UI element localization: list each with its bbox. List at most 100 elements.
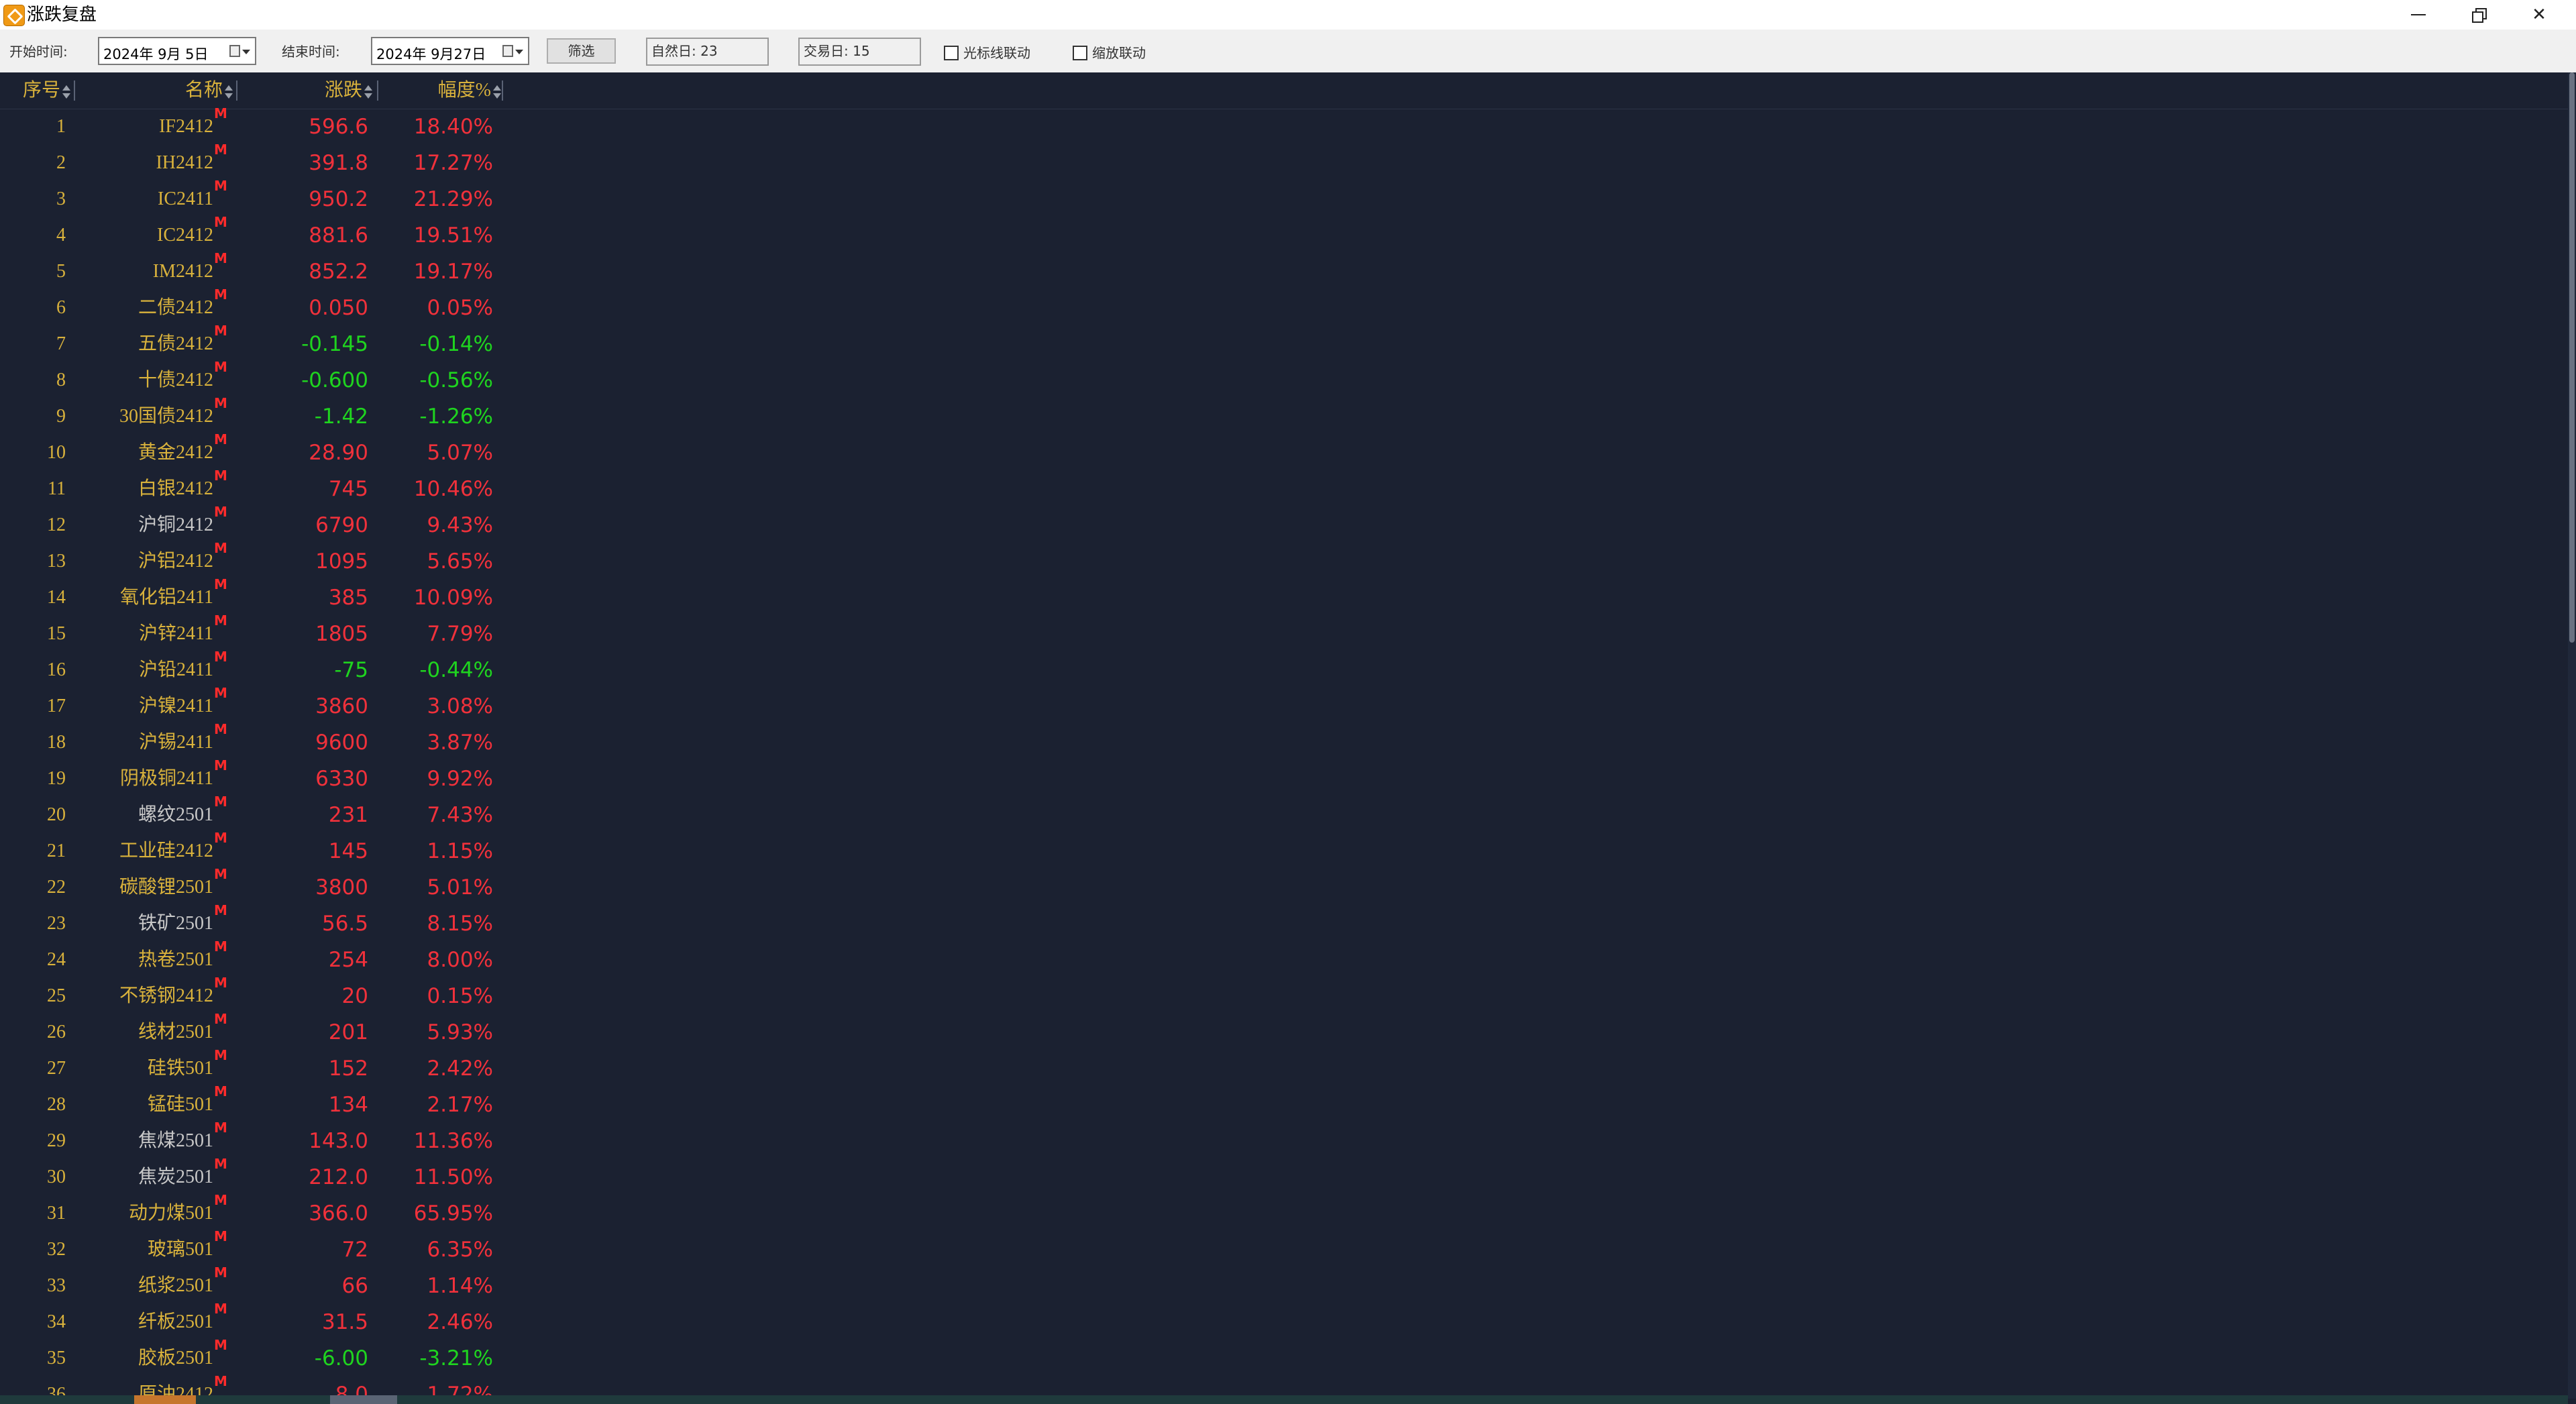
table-row[interactable]: 22 碳酸锂2501 M 3800 5.01%	[0, 866, 2568, 906]
change-value: 391.8	[309, 151, 368, 175]
table-row[interactable]: 26 线材2501 M 201 5.93%	[0, 1012, 2568, 1050]
row-index: 3	[56, 188, 66, 209]
table-row[interactable]: 20 螺纹2501 M 231 7.43%	[0, 795, 2568, 833]
table-row[interactable]: 4 IC2412 M 881.6 19.51%	[0, 214, 2568, 254]
table-row[interactable]: 31 动力煤501 M 366.0 65.95%	[0, 1192, 2568, 1232]
main-contract-badge: M	[214, 359, 227, 375]
main-contract-badge: M	[214, 1337, 227, 1353]
horizontal-scroll-marker[interactable]	[134, 1395, 196, 1404]
close-button[interactable]: ✕	[2509, 0, 2569, 30]
table-row[interactable]: 1 IF2412 M 596.6 18.40%	[0, 107, 2568, 145]
change-percent: 8.15%	[427, 912, 493, 936]
cursor-link-label[interactable]: 光标线联动	[963, 45, 1030, 61]
table-row[interactable]: 5 IM2412 M 852.2 19.17%	[0, 252, 2568, 290]
horizontal-scroll-thumb[interactable]	[330, 1395, 397, 1404]
change-percent: 5.01%	[427, 875, 493, 900]
table-row[interactable]: 24 热卷2501 M 254 8.00%	[0, 938, 2568, 978]
row-index: 10	[47, 442, 66, 463]
column-header-pct[interactable]: 幅度%	[378, 72, 502, 109]
table-row[interactable]: 7 五债2412 M -0.145 -0.14%	[0, 323, 2568, 362]
contract-name: 焦煤2501 M	[138, 1120, 227, 1151]
restore-button[interactable]	[2449, 0, 2509, 30]
chevron-down-icon[interactable]	[515, 50, 523, 54]
table-row[interactable]: 27 硅铁501 M 152 2.42%	[0, 1048, 2568, 1087]
table-row[interactable]: 6 二债2412 M 0.050 0.05%	[0, 288, 2568, 326]
row-index: 23	[47, 913, 66, 934]
contract-name-cell: IH2412 M	[74, 143, 227, 181]
contract-name: 不锈钢2412 M	[119, 975, 227, 1006]
zoom-link-label[interactable]: 缩放联动	[1092, 45, 1146, 61]
table-row[interactable]: 15 沪锌2411 M 1805 7.79%	[0, 614, 2568, 652]
table-row[interactable]: 3 IC2411 M 950.2 21.29%	[0, 179, 2568, 217]
table-row[interactable]: 23 铁矿2501 M 56.5 8.15%	[0, 904, 2568, 942]
filter-button[interactable]: 筛选	[547, 38, 616, 64]
change-percent: 10.09%	[413, 586, 493, 610]
table-row[interactable]: 33 纸浆2501 M 66 1.14%	[0, 1266, 2568, 1304]
contract-name-cell: 纸浆2501 M	[74, 1266, 227, 1304]
main-contract-badge: M	[214, 323, 227, 339]
table-row[interactable]: 32 玻璃501 M 72 6.35%	[0, 1230, 2568, 1268]
table-row[interactable]: 13 沪铝2412 M 1095 5.65%	[0, 541, 2568, 580]
table-row[interactable]: 28 锰硅501 M 134 2.17%	[0, 1085, 2568, 1123]
change-value: 66	[341, 1274, 368, 1298]
row-index: 34	[47, 1311, 66, 1332]
column-header-name[interactable]: 名称	[75, 72, 235, 109]
sort-icon[interactable]	[364, 83, 373, 101]
sort-icon[interactable]	[224, 83, 233, 101]
horizontal-scrollbar[interactable]	[0, 1395, 2568, 1404]
contract-name-cell: 纤板2501 M	[74, 1302, 227, 1340]
change-value: -75	[334, 658, 368, 682]
table-row[interactable]: 10 黄金2412 M 28.90 5.07%	[0, 433, 2568, 471]
table-row[interactable]: 12 沪铜2412 M 6790 9.43%	[0, 505, 2568, 543]
start-time-label: 开始时间:	[9, 44, 68, 60]
calendar-icon[interactable]	[502, 45, 513, 57]
zoom-link-checkbox[interactable]	[1073, 46, 1087, 60]
change-percent: 3.87%	[427, 731, 493, 755]
start-date-picker[interactable]: 2024年 9月 5日	[98, 37, 256, 65]
change-percent: 7.79%	[427, 622, 493, 646]
minimize-button[interactable]	[2388, 0, 2449, 30]
table-row[interactable]: 14 氧化铝2411 M 385 10.09%	[0, 578, 2568, 616]
table-row[interactable]: 18 沪锡2411 M 9600 3.87%	[0, 722, 2568, 761]
table-row[interactable]: 21 工业硅2412 M 145 1.15%	[0, 831, 2568, 869]
sort-icon[interactable]	[492, 83, 502, 101]
table-row[interactable]: 35 胶板2501 M -6.00 -3.21%	[0, 1337, 2568, 1376]
main-contract-badge: M	[214, 214, 227, 230]
table-row[interactable]: 19 阴极铜2411 M 6330 9.92%	[0, 759, 2568, 797]
change-percent: 0.15%	[427, 984, 493, 1008]
row-index: 24	[47, 949, 66, 970]
table-row[interactable]: 8 十债2412 M -0.600 -0.56%	[0, 359, 2568, 398]
main-contract-badge: M	[214, 468, 227, 484]
main-contract-badge: M	[214, 1192, 227, 1208]
table-row[interactable]: 17 沪镍2411 M 3860 3.08%	[0, 686, 2568, 724]
contract-name-cell: 二债2412 M	[74, 288, 227, 326]
column-header-change[interactable]: 涨跌	[237, 72, 374, 109]
table-row[interactable]: 11 白银2412 M 745 10.46%	[0, 468, 2568, 507]
end-date-picker[interactable]: 2024年 9月27日	[371, 37, 529, 65]
table-row[interactable]: 9 30国债2412 M -1.42 -1.26%	[0, 396, 2568, 435]
contract-name: 沪铅2411 M	[139, 649, 227, 680]
column-header-index[interactable]: 序号	[0, 72, 72, 109]
cursor-link-checkbox[interactable]	[944, 46, 959, 60]
change-value: 152	[328, 1057, 368, 1081]
contract-name: 碳酸锂2501 M	[119, 866, 227, 898]
calendar-icon[interactable]	[229, 45, 240, 57]
sort-icon[interactable]	[62, 83, 71, 101]
table-row[interactable]: 29 焦煤2501 M 143.0 11.36%	[0, 1120, 2568, 1159]
chevron-down-icon[interactable]	[242, 50, 250, 54]
change-percent: 2.42%	[427, 1057, 493, 1081]
column-divider[interactable]	[502, 80, 503, 101]
change-percent: 5.65%	[427, 549, 493, 574]
title-bar: 涨跌复盘 ✕	[0, 0, 2576, 30]
vertical-scroll-thumb[interactable]	[2569, 72, 2575, 643]
vertical-scrollbar[interactable]	[2568, 72, 2576, 1399]
table-row[interactable]: 2 IH2412 M 391.8 17.27%	[0, 143, 2568, 181]
table-row[interactable]: 25 不锈钢2412 M 20 0.15%	[0, 975, 2568, 1014]
table-row[interactable]: 34 纤板2501 M 31.5 2.46%	[0, 1302, 2568, 1340]
table-row[interactable]: 30 焦炭2501 M 212.0 11.50%	[0, 1157, 2568, 1195]
table-row[interactable]: 16 沪铅2411 M -75 -0.44%	[0, 649, 2568, 688]
change-percent: 0.05%	[427, 296, 493, 320]
row-index: 28	[47, 1094, 66, 1115]
main-contract-badge: M	[214, 938, 227, 955]
row-index: 17	[47, 696, 66, 716]
